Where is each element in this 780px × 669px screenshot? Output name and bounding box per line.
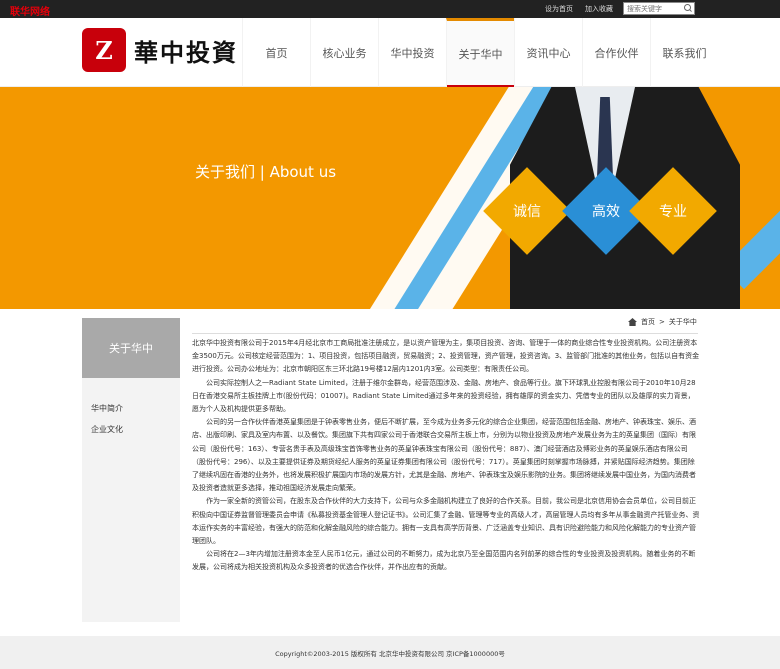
nav-item-core-business[interactable]: 核心业务 (310, 18, 378, 87)
nav-item-investment[interactable]: 华中投资 (378, 18, 446, 87)
logo-name: 華中投資 (134, 37, 238, 67)
sidebar-item-profile[interactable]: 华中简介 (82, 398, 180, 419)
sidebar-title: 关于华中 (82, 318, 180, 378)
nav-item-about[interactable]: 关于华中 (446, 18, 514, 87)
sidebar-menu: 华中简介 企业文化 (82, 378, 180, 622)
search-input[interactable] (624, 3, 682, 14)
footer: Copyright©2003-2015 版权所有 北京华中投资有限公司 京ICP… (0, 636, 780, 669)
breadcrumb-separator: > (659, 318, 665, 326)
nav-item-news[interactable]: 资讯中心 (514, 18, 582, 87)
copyright-text: Copyright©2003-2015 版权所有 北京华中投资有限公司 京ICP… (275, 649, 505, 658)
search-box (623, 2, 695, 15)
paragraph: 北京华中投资有限公司于2015年4月经北京市工商局批准注册成立，是以资产管理为主… (192, 339, 700, 374)
paragraph: 公司实际控制人之一Radiant State Limited，注册于维尔金群岛，… (192, 378, 696, 414)
paragraph: 公司的另一合作伙伴香港英皇集团是于钟表零售业务，便后不断扩展，至今成为业务多元化… (192, 418, 696, 493)
sidebar-item-culture[interactable]: 企业文化 (82, 419, 180, 440)
paragraph: 公司将在2—3年内增加注册资本金至人民币1亿元，通过公司的不断努力，成为北京乃至… (192, 550, 696, 572)
logo[interactable]: Z 華中投資 (82, 28, 238, 72)
diamond-label: 专业 (659, 204, 687, 220)
paragraph: 作为一家全新的资管公司，在股东及合作伙伴的大力支持下，公司与众多金融机构建立了良… (192, 497, 700, 546)
breadcrumb: 首页 > 关于华中 (628, 317, 697, 327)
logo-mark: Z (82, 28, 126, 72)
set-homepage-link[interactable]: 设为首页 (545, 4, 573, 14)
article-body: 北京华中投资有限公司于2015年4月经北京市工商局批准注册成立，是以资产管理为主… (192, 337, 700, 575)
nav-item-home[interactable]: 首页 (242, 18, 310, 87)
search-icon[interactable] (682, 3, 694, 14)
main-nav: 首页 核心业务 华中投资 关于华中 资讯中心 合作伙伴 联系我们 (242, 18, 718, 87)
nav-item-contact[interactable]: 联系我们 (650, 18, 718, 87)
nav-item-partners[interactable]: 合作伙伴 (582, 18, 650, 87)
corner-watermark: 联华网络 (10, 7, 50, 18)
breadcrumb-home[interactable]: 首页 (641, 317, 655, 327)
header: Z 華中投資 首页 核心业务 华中投资 关于华中 资讯中心 合作伙伴 联系我们 (0, 18, 780, 87)
divider (192, 333, 698, 334)
diamond-label: 高效 (592, 204, 620, 220)
home-icon (628, 318, 637, 326)
add-favorite-link[interactable]: 加入收藏 (585, 4, 613, 14)
top-links: 设为首页 加入收藏 (545, 4, 613, 14)
top-bar: 联华网络 设为首页 加入收藏 (0, 0, 780, 18)
banner: 关于我们 | About us 诚信 高效 专业 (0, 87, 780, 309)
banner-title: 关于我们 | About us (195, 163, 337, 181)
breadcrumb-current: 关于华中 (668, 318, 697, 326)
sidebar: 关于华中 华中简介 企业文化 (82, 318, 180, 622)
diamond-label: 诚信 (513, 204, 541, 220)
